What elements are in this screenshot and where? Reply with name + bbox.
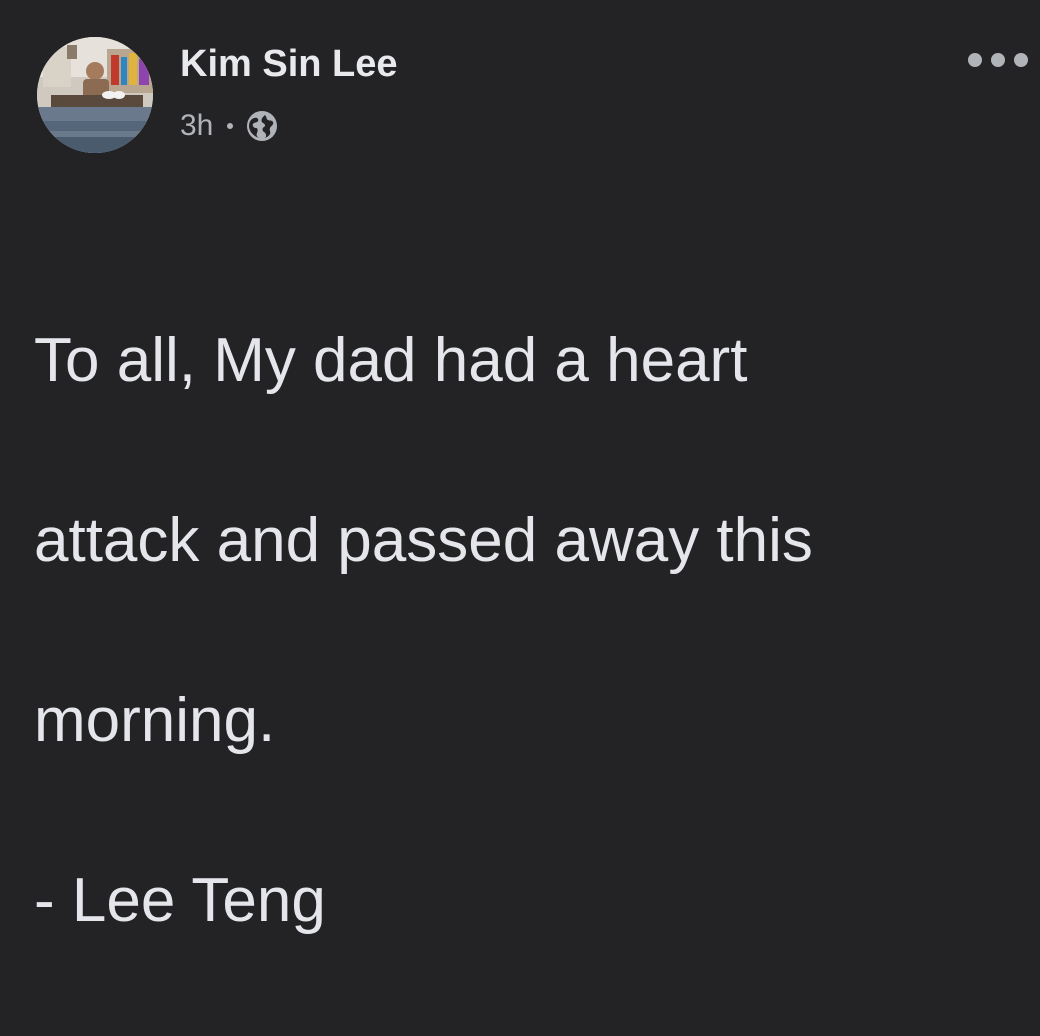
post-text-line: To all, My dad had a heart: [34, 326, 748, 395]
post-text: To all, My dad had a heart attack and pa…: [34, 226, 1014, 1036]
post-text-line: attack and passed away this: [34, 506, 813, 575]
more-dot: [1014, 53, 1028, 67]
globe-icon[interactable]: [245, 109, 279, 143]
separator-dot: [227, 123, 234, 129]
more-dot: [991, 53, 1005, 67]
post-text-line: - Lee Teng: [34, 866, 326, 935]
avatar-photo: [37, 37, 153, 153]
timestamp[interactable]: 3h: [180, 109, 213, 143]
more-dot: [968, 53, 982, 67]
post-meta: 3h: [180, 104, 279, 148]
avatar[interactable]: [37, 37, 153, 153]
more-options-button[interactable]: [968, 42, 1028, 78]
post-text-line: morning.: [34, 686, 276, 755]
author-name[interactable]: Kim Sin Lee: [180, 40, 398, 88]
facebook-post: Kim Sin Lee 3h To all, My dad had a hear…: [0, 0, 1040, 935]
